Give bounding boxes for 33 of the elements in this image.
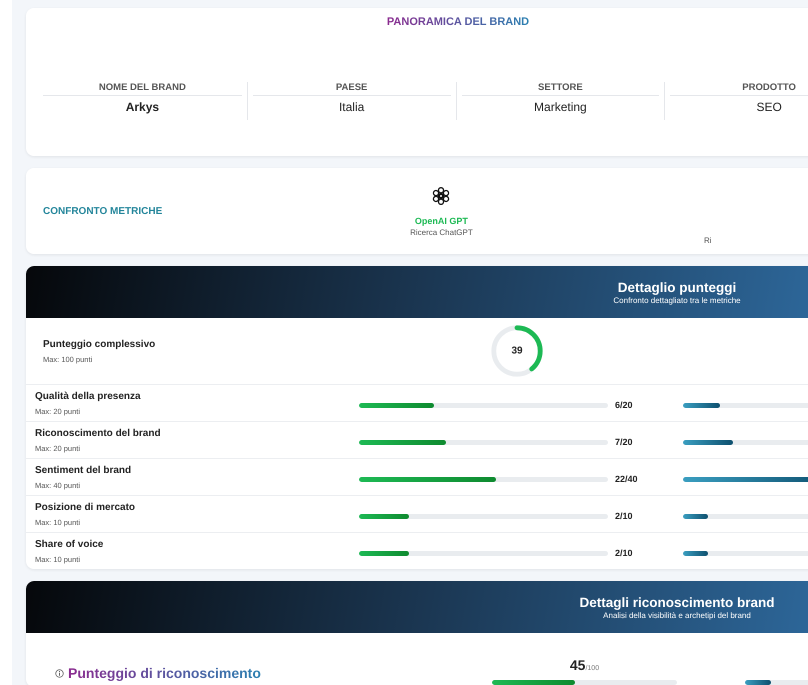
field-label: NOME DEL BRAND	[43, 82, 242, 96]
model-subtitle: Ricerca ChatGPT	[410, 228, 473, 236]
model-name: OpenAI GPT	[414, 216, 468, 226]
gauge-value: 39	[511, 346, 523, 356]
metric-label: Riconoscimento del brand	[35, 428, 162, 438]
score-reading: 22/40	[615, 474, 638, 484]
overview-title: PANORAMICA DEL BRAND	[386, 16, 530, 28]
field-label: PRODOTTO	[670, 82, 808, 96]
score-reading: 6/20	[615, 400, 633, 410]
score-reading: 2/10	[615, 511, 633, 521]
info-icon[interactable]	[55, 668, 64, 678]
comparison-title: CONFRONTO METRICHE	[43, 206, 164, 216]
metric-label: Share of voice	[35, 538, 104, 550]
section-subtitle: Confronto dettagliato tra le metriche	[613, 296, 741, 304]
field-label: PAESE	[252, 82, 450, 96]
field-value: SEO	[755, 99, 783, 116]
score-reading: 2/10	[615, 548, 633, 558]
score-value: 45	[570, 657, 586, 673]
section-title: Dettaglio punteggi	[618, 280, 736, 294]
field-value: Marketing	[533, 99, 588, 116]
field-value: Italia	[338, 99, 366, 116]
knot-icon	[431, 186, 452, 206]
score-reading: 7/20	[615, 437, 633, 447]
recognition-title: Punteggio di riconoscimento	[68, 665, 261, 681]
metric-label: Posizione di mercato	[35, 502, 136, 512]
model-subtitle: Ri	[704, 236, 712, 244]
section-title: Dettagli riconoscimento brand	[579, 594, 775, 610]
section-subtitle: Analisi della visibilità e archetipi del brand	[603, 610, 751, 620]
field-value: Arkys	[124, 99, 160, 116]
field-label: SETTORE	[462, 82, 660, 96]
metric-label: Punteggio complessivo	[43, 338, 156, 350]
metric-label: Qualità della presenza	[35, 390, 142, 402]
metric-label: Sentiment del brand	[35, 464, 132, 476]
